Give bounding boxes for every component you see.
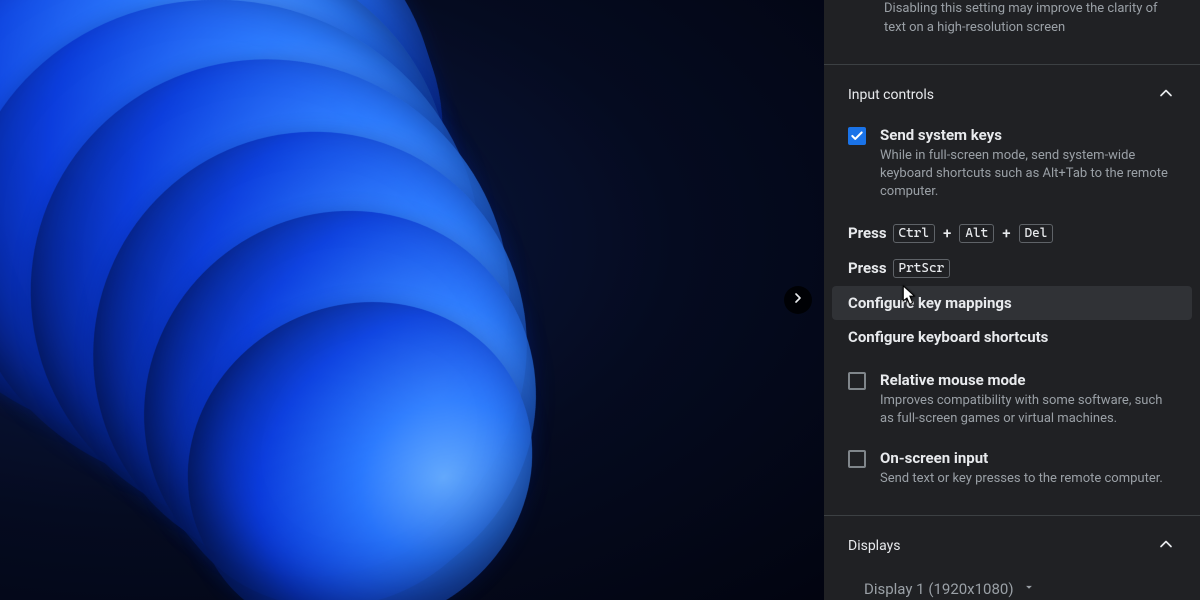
checkbox-onscreen-input[interactable] xyxy=(848,450,866,468)
option-title: Relative mouse mode xyxy=(880,370,1176,390)
prior-setting-description: Disabling this setting may improve the c… xyxy=(824,0,1200,52)
checkbox-send-system-keys[interactable] xyxy=(848,127,866,145)
option-title: Send system keys xyxy=(880,125,1176,145)
configure-keyboard-shortcuts-button[interactable]: Configure keyboard shortcuts xyxy=(824,320,1200,354)
option-description: Send text or key presses to the remote c… xyxy=(880,470,1176,488)
wallpaper-win11-bloom xyxy=(0,0,824,600)
display-selector[interactable]: Display 1 (1920x1080) xyxy=(824,570,1200,600)
remote-viewport[interactable] xyxy=(0,0,824,600)
option-onscreen-input[interactable]: On-screen input Send text or key presses… xyxy=(824,442,1200,502)
chevron-right-icon xyxy=(790,290,806,310)
chevron-up-icon xyxy=(1156,83,1176,107)
option-body: Relative mouse mode Improves compatibili… xyxy=(880,370,1176,429)
section-displays: Displays Display 1 (1920x1080) xyxy=(824,516,1200,600)
option-body: Send system keys While in full-screen mo… xyxy=(880,125,1176,202)
section-title: Input controls xyxy=(848,87,934,103)
option-body: On-screen input Send text or key presses… xyxy=(880,448,1176,488)
option-send-system-keys[interactable]: Send system keys While in full-screen mo… xyxy=(824,119,1200,216)
press-label: Press xyxy=(848,224,887,242)
press-prtscr-button[interactable]: Press PrtScr xyxy=(824,251,1200,286)
press-ctrl-alt-del-button[interactable]: Press Ctrl + Alt + Del xyxy=(824,216,1200,251)
plus-separator: + xyxy=(941,224,953,242)
option-description: While in full-screen mode, send system-w… xyxy=(880,147,1176,202)
option-description: Improves compatibility with some softwar… xyxy=(880,392,1176,428)
section-header-input-controls[interactable]: Input controls xyxy=(824,65,1200,119)
key-ctrl: Ctrl xyxy=(893,224,935,243)
dropdown-caret-icon xyxy=(1022,580,1036,598)
press-label: Press xyxy=(848,259,887,277)
sidebar-collapse-button[interactable] xyxy=(784,286,812,314)
section-prior: Disabling this setting may improve the c… xyxy=(824,0,1200,65)
chevron-up-icon xyxy=(1156,534,1176,558)
option-relative-mouse-mode[interactable]: Relative mouse mode Improves compatibili… xyxy=(824,364,1200,443)
section-title: Displays xyxy=(848,538,900,554)
remote-desktop-app: Disabling this setting may improve the c… xyxy=(0,0,1200,600)
plus-separator: + xyxy=(1000,224,1012,242)
key-prtscr: PrtScr xyxy=(893,259,951,278)
configure-key-mappings-button[interactable]: Configure key mappings xyxy=(832,286,1192,320)
key-alt: Alt xyxy=(959,224,994,243)
key-del: Del xyxy=(1019,224,1054,243)
option-title: On-screen input xyxy=(880,448,1176,468)
action-label: Configure key mappings xyxy=(848,294,1012,312)
section-input-controls: Input controls Send system keys While in… xyxy=(824,65,1200,516)
section-header-displays[interactable]: Displays xyxy=(824,516,1200,570)
action-label: Configure keyboard shortcuts xyxy=(848,328,1048,346)
checkbox-relative-mouse[interactable] xyxy=(848,372,866,390)
display-selected-label: Display 1 (1920x1080) xyxy=(864,580,1014,598)
options-sidebar[interactable]: Disabling this setting may improve the c… xyxy=(824,0,1200,600)
